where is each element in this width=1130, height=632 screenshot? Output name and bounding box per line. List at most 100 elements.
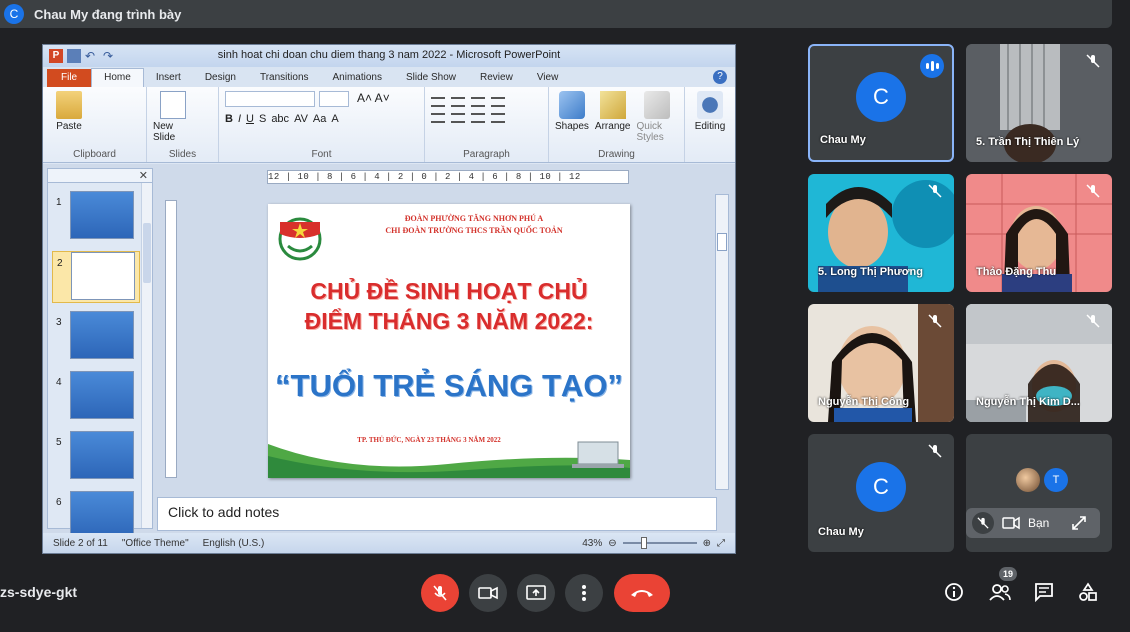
slide-scrollbar[interactable]: [715, 194, 729, 490]
editing-group: Editing: [685, 87, 735, 162]
bold-icon[interactable]: B: [225, 113, 233, 125]
self-tile[interactable]: T Bạn: [966, 434, 1112, 552]
help-icon[interactable]: ?: [713, 70, 727, 84]
close-pane-icon[interactable]: ✕: [139, 169, 148, 182]
participant-avatar: C: [856, 462, 906, 512]
font-color-icon[interactable]: A: [331, 113, 338, 125]
participant-mini-avatar: T: [1044, 468, 1068, 492]
mic-toggle-button[interactable]: [421, 574, 459, 612]
participant-tile[interactable]: 5. Trần Thị Thiên Lý: [966, 44, 1112, 162]
mic-off-icon: [1086, 54, 1100, 68]
window-title: sinh hoat chi doan chu diem thang 3 nam …: [217, 49, 561, 61]
shapes-button[interactable]: Shapes: [555, 91, 589, 158]
slide-info: Slide 2 of 11: [53, 537, 108, 549]
zoom-slider[interactable]: [622, 537, 697, 549]
participant-avatar: C: [856, 72, 906, 122]
tab-design[interactable]: Design: [193, 72, 248, 87]
paragraph-group: Paragraph: [425, 87, 549, 162]
participant-tile-chau-my-presenter[interactable]: C Chau My: [808, 44, 954, 162]
presenting-banner: C Chau My đang trình bày: [0, 0, 1112, 28]
slide-thumb[interactable]: 5: [52, 431, 140, 483]
font-size-box[interactable]: [319, 91, 349, 107]
youth-union-logo-icon: [278, 217, 322, 261]
change-case-icon[interactable]: Aa: [313, 113, 326, 125]
slide-thumb[interactable]: 1: [52, 191, 140, 243]
present-screen-button[interactable]: [517, 574, 555, 612]
tab-animations[interactable]: Animations: [321, 72, 394, 87]
tab-file[interactable]: File: [47, 69, 92, 87]
meeting-details-button[interactable]: [940, 578, 968, 606]
strikethrough-icon[interactable]: abc: [271, 113, 289, 125]
mic-off-icon: [1086, 314, 1100, 328]
tab-view[interactable]: View: [525, 72, 571, 87]
drawing-group: Shapes Arrange Quick Styles Drawing: [549, 87, 685, 162]
tab-transitions[interactable]: Transitions: [248, 72, 321, 87]
tab-home[interactable]: Home: [91, 68, 144, 87]
font-group: A˄ A˅ B I U S abc AV Aa A Font: [219, 87, 425, 162]
camera-toggle-button[interactable]: [469, 574, 507, 612]
participant-tile[interactable]: Nguyễn Thị Kim D...: [966, 304, 1112, 422]
shadow-icon[interactable]: S: [259, 113, 266, 125]
char-spacing-icon[interactable]: AV: [294, 113, 308, 125]
meeting-code: zs-sdye-gkt: [0, 584, 78, 600]
tab-insert[interactable]: Insert: [144, 72, 193, 87]
org-line-1: ĐOÀN PHƯỜNG TĂNG NHƠN PHÚ A: [404, 214, 544, 223]
list-icons[interactable]: [431, 97, 542, 107]
horizontal-ruler: 12 | 10 | 8 | 6 | 4 | 2 | 0 | 2 | 4 | 6 …: [267, 170, 629, 184]
underline-icon[interactable]: U: [246, 113, 254, 125]
ppt-workspace: ✕ 1 2 3 4 5 6 12 | 10 | 8 | 6 | 4 | 2 | …: [43, 164, 735, 539]
notes-pane[interactable]: Click to add notes: [157, 497, 717, 531]
new-slide-button[interactable]: New Slide: [153, 91, 193, 143]
paste-icon: [56, 91, 82, 119]
current-slide[interactable]: ĐOÀN PHƯỜNG TĂNG NHƠN PHÚ A CHI ĐOÀN TRƯ…: [268, 204, 630, 478]
camera-icon: [478, 586, 498, 600]
align-icons[interactable]: [431, 113, 542, 123]
mic-off-icon: [433, 585, 447, 601]
ppt-status-bar: Slide 2 of 11 "Office Theme" English (U.…: [43, 533, 735, 553]
activities-button[interactable]: [1074, 578, 1102, 606]
zoom-in-icon[interactable]: ⊕: [703, 538, 711, 549]
zoom-level: 43%: [582, 537, 603, 549]
people-icon: [989, 584, 1011, 601]
shared-screen-powerpoint: P ↶ ↷ sinh hoat chi doan chu diem thang …: [42, 44, 736, 554]
info-icon: [945, 583, 963, 601]
presenting-text: Chau My đang trình bày: [34, 6, 182, 22]
ribbon: Paste Clipboard New Slide Slides A˄ A˅ B…: [43, 87, 735, 163]
thumbnails-scrollbar[interactable]: [141, 183, 152, 528]
clipboard-group: Paste Clipboard: [43, 87, 147, 162]
ribbon-tabs: File Home Insert Design Transitions Anim…: [43, 67, 735, 87]
vertical-ruler: [165, 200, 177, 478]
self-camera-icon[interactable]: [1002, 516, 1020, 530]
participant-tile[interactable]: Thảo Đặng Thu: [966, 174, 1112, 292]
mic-off-icon: [928, 184, 942, 198]
quick-styles-button[interactable]: Quick Styles: [637, 91, 679, 158]
slide-thumb-selected[interactable]: 2: [52, 251, 140, 303]
arrange-button[interactable]: Arrange: [595, 91, 631, 158]
leave-call-button[interactable]: [614, 574, 670, 612]
slide-thumb[interactable]: 3: [52, 311, 140, 363]
participant-tile-chau-my[interactable]: C Chau My: [808, 434, 954, 552]
zoom-out-icon[interactable]: ⊖: [608, 538, 616, 549]
self-controls: Bạn: [966, 508, 1100, 538]
participant-tile[interactable]: Nguyễn Thị Công: [808, 304, 954, 422]
participant-tile[interactable]: 5. Long Thị Phương: [808, 174, 954, 292]
tab-slide-show[interactable]: Slide Show: [394, 72, 468, 87]
people-button[interactable]: [986, 578, 1014, 606]
green-wave-decoration: [268, 441, 630, 478]
grow-font-icon[interactable]: A˄ A˅: [357, 91, 390, 107]
expand-icon[interactable]: [1071, 515, 1087, 531]
slide-thumbnails-pane: ✕ 1 2 3 4 5 6: [47, 168, 153, 539]
paste-button[interactable]: Paste: [49, 91, 89, 132]
chat-button[interactable]: [1030, 578, 1058, 606]
slide-thumb[interactable]: 4: [52, 371, 140, 423]
tab-review[interactable]: Review: [468, 72, 525, 87]
editing-button[interactable]: Editing: [691, 91, 729, 132]
more-options-button[interactable]: [565, 574, 603, 612]
italic-icon[interactable]: I: [238, 113, 241, 125]
slide-title: CHỦ ĐỀ SINH HOẠT CHỦ ĐIỂM THÁNG 3 NĂM 20…: [304, 278, 594, 334]
self-mic-off-icon[interactable]: [972, 512, 994, 534]
participant-count-badge: 19: [999, 567, 1017, 581]
theme-name: "Office Theme": [121, 537, 189, 549]
fit-window-icon[interactable]: ⤢: [717, 538, 725, 549]
font-name-box[interactable]: [225, 91, 315, 107]
